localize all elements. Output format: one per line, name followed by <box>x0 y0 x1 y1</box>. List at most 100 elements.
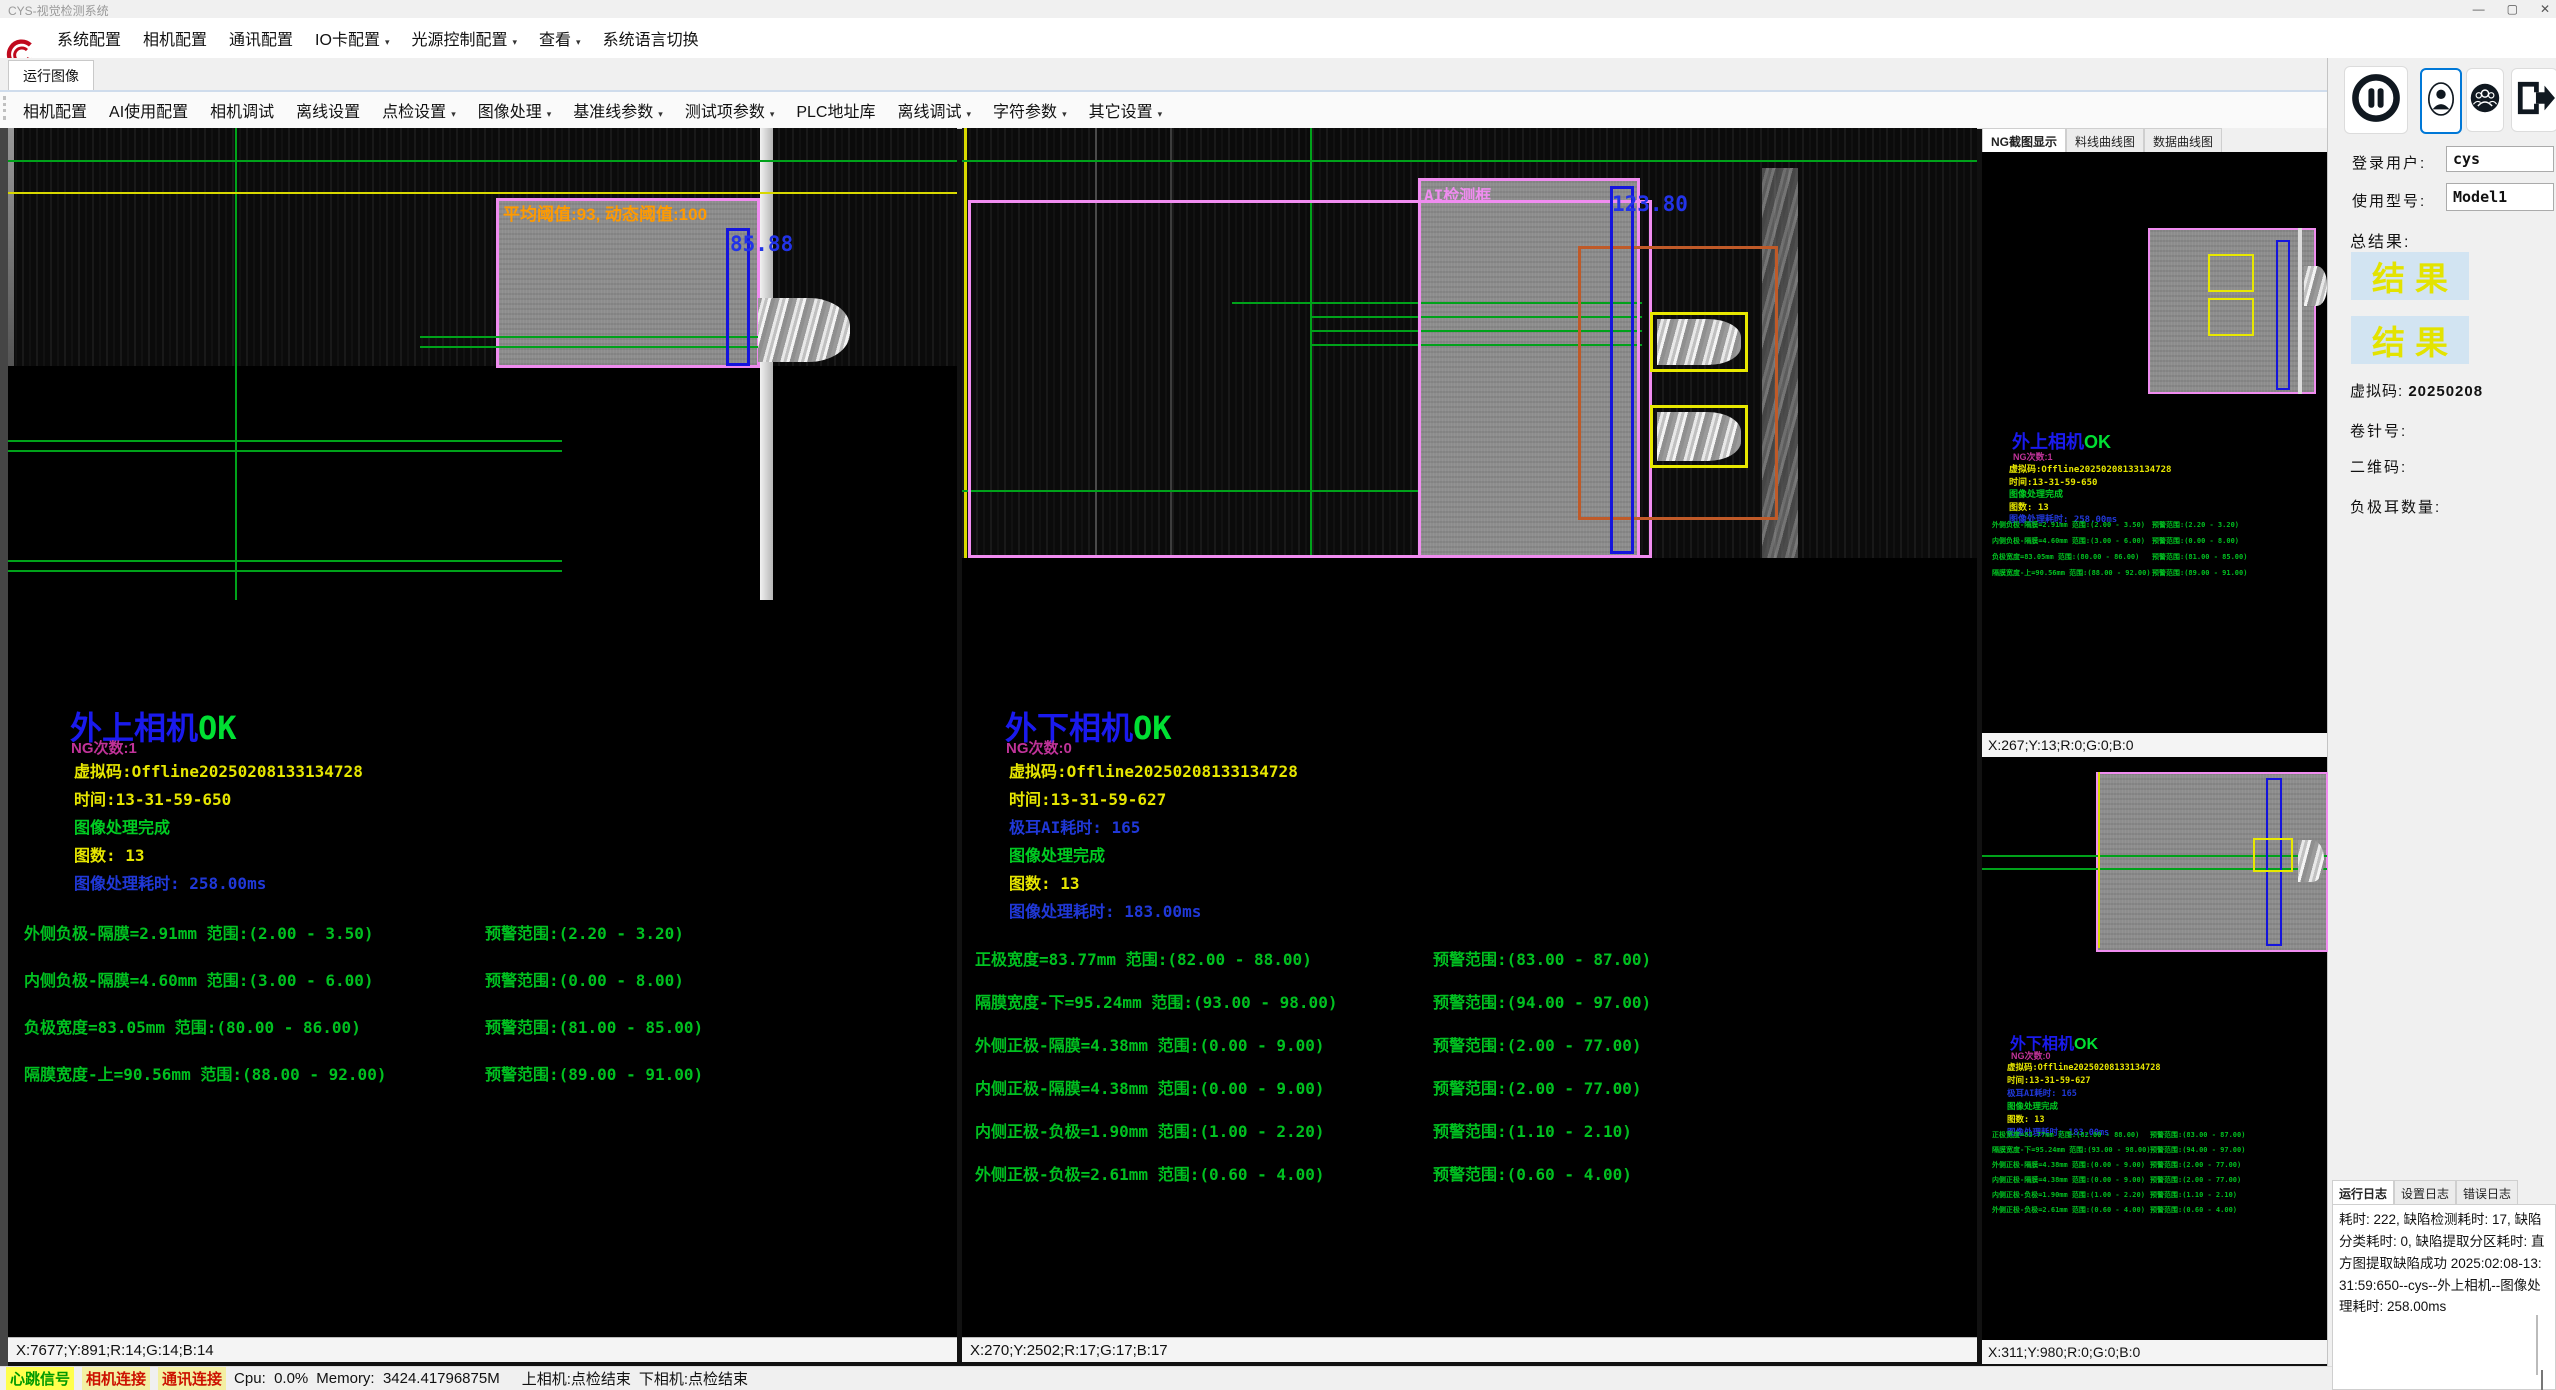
baseline-vertical-yellow <box>964 128 967 558</box>
left-gutter <box>0 128 8 1366</box>
mini-roi-yellow <box>2253 838 2293 872</box>
overlay-info-line: 图数: 13 <box>2007 1113 2044 1125</box>
overlay-info-line: 图像处理耗时: 183.00ms <box>1009 898 1201 922</box>
menu-bar: 系统配置相机配置通讯配置IO卡配置▾光源控制配置▾查看▾系统语言切换 <box>0 18 2556 59</box>
tab-run-log[interactable]: 运行日志 <box>2332 1180 2394 1205</box>
toolbar-item-0[interactable]: 相机配置 <box>12 98 98 122</box>
measurement-text: 外侧正极-隔膜=4.38mm 范围:(0.00 - 9.00) <box>1992 1161 2145 1169</box>
user-icon <box>2426 78 2456 125</box>
measurement-row: 外侧正极-隔膜=4.38mm 范围:(0.00 - 9.00)预警范围:(2.0… <box>1992 1160 2145 1170</box>
users-group-button[interactable] <box>2466 68 2504 132</box>
tab-error-log[interactable]: 错误日志 <box>2456 1180 2518 1205</box>
title-bar: CYS-视觉检测系统 — ▢ ✕ <box>0 0 2556 18</box>
warning-range-text: 预警范围:(83.00 - 87.00) <box>1433 946 1651 970</box>
tab-line-curve[interactable]: 料线曲线图 <box>2066 128 2144 152</box>
overlay-info-line: 极耳AI耗时: 165 <box>2007 1087 2077 1099</box>
dropdown-caret-icon: ▾ <box>770 109 775 119</box>
menu-item-0[interactable]: 系统配置 <box>46 26 132 50</box>
warning-range-text: 预警范围:(1.10 - 2.10) <box>1433 1118 1632 1142</box>
overlay-info-line: 图像处理耗时: 258.00ms <box>74 870 266 894</box>
toolbar-grip[interactable] <box>3 96 9 120</box>
close-icon[interactable]: ✕ <box>2540 0 2550 18</box>
mini-coordinate-bar: X:267;Y:13;R:0;G:0;B:0 <box>1982 733 2327 757</box>
menu-item-2[interactable]: 通讯配置 <box>218 26 304 50</box>
warning-range-text: 预警范围:(2.00 - 77.00) <box>1433 1032 1642 1056</box>
user-button[interactable] <box>2420 68 2462 134</box>
metal-tab-image <box>758 298 850 362</box>
overlay-info-line: 极耳AI耗时: 165 <box>1009 814 1140 838</box>
toolbar-item-9[interactable]: 离线调试▾ <box>887 98 983 122</box>
measurement-text: 隔膜宽度-下=95.24mm 范围:(93.00 - 98.00) <box>1992 1146 2151 1154</box>
measurement-text: 正极宽度=83.77mm 范围:(82.00 - 88.00) <box>975 950 1312 969</box>
toolbar-item-6[interactable]: 基准线参数▾ <box>562 98 674 122</box>
ng-count-text: NG次数:1 <box>71 737 137 758</box>
overlay-info-line: 时间:13-31-59-627 <box>1009 786 1166 810</box>
toolbar-item-7[interactable]: 测试项参数▾ <box>674 98 786 122</box>
exit-button[interactable] <box>2511 68 2556 132</box>
lower-camera-view[interactable]: AI检测框 123.80 外下相机OK NG次数:0 虚拟码:Offline20… <box>962 128 1977 1362</box>
menu-item-6[interactable]: 系统语言切换 <box>592 26 710 50</box>
toolbar-item-3[interactable]: 离线设置 <box>285 98 371 122</box>
model-field[interactable]: Model1 <box>2446 183 2554 211</box>
neg-tab-count-label: 负极耳数量: <box>2350 496 2441 517</box>
measurement-row: 外侧负极-隔膜=2.91mm 范围:(2.00 - 3.50)预警范围:(2.2… <box>24 920 374 944</box>
window-controls: — ▢ ✕ <box>2473 0 2550 18</box>
roi-value-text: 85.88 <box>730 232 793 256</box>
upper-camera-view[interactable]: 平均阈值:93, 动态阈值:100 85.88 外上相机OK NG次数:1 虚拟… <box>8 128 957 1362</box>
measurement-text: 外侧负极-隔膜=2.91mm 范围:(2.00 - 3.50) <box>1992 521 2145 529</box>
measurement-row: 外侧正极-负极=2.61mm 范围:(0.60 - 4.00)预警范围:(0.6… <box>1992 1205 2145 1215</box>
camera-link-badge: 相机连接 <box>82 1367 150 1390</box>
mini-metal-tab <box>2304 266 2327 306</box>
ng-count-text: NG次数:0 <box>1006 737 1072 758</box>
login-user-field[interactable]: cys <box>2446 146 2554 172</box>
measure-line-green <box>420 346 772 348</box>
overlay-info-line: 图像处理完成 <box>74 814 170 838</box>
measurement-row: 内侧正极-负极=1.90mm 范围:(1.00 - 2.20)预警范围:(1.1… <box>1992 1190 2145 1200</box>
menu-item-4[interactable]: 光源控制配置▾ <box>400 26 528 50</box>
measurement-text: 外侧负极-隔膜=2.91mm 范围:(2.00 - 3.50) <box>24 924 374 943</box>
measurement-text: 隔膜宽度-下=95.24mm 范围:(93.00 - 98.00) <box>975 993 1337 1012</box>
measure-line-green <box>8 440 562 442</box>
baseline-horizontal-green <box>962 160 1977 162</box>
mini-coordinate-bar: X:311;Y:980;R:0;G:0;B:0 <box>1982 1340 2327 1364</box>
tab-data-curve[interactable]: 数据曲线图 <box>2144 128 2222 152</box>
measurement-row: 负极宽度=83.05mm 范围:(80.00 - 86.00)预警范围:(81.… <box>24 1014 361 1038</box>
log-scrollbar[interactable] <box>2536 1315 2538 1375</box>
toolbar-item-1[interactable]: AI使用配置 <box>98 98 199 122</box>
exit-icon <box>2514 79 2556 122</box>
measurement-text: 内侧正极-隔膜=4.38mm 范围:(0.00 - 9.00) <box>975 1079 1325 1098</box>
tab-ng-display[interactable]: NG截图显示 <box>1982 128 2066 152</box>
overlay-info-line: 虚拟码:Offline20250208133134728 <box>2007 1061 2160 1073</box>
menu-item-5[interactable]: 查看▾ <box>528 26 592 50</box>
toolbar-item-10[interactable]: 字符参数▾ <box>982 98 1078 122</box>
pause-button[interactable] <box>2344 66 2408 134</box>
model-label: 使用型号: <box>2352 190 2426 211</box>
toolbar-item-5[interactable]: 图像处理▾ <box>467 98 563 122</box>
log-text-area[interactable]: 耗时: 222, 缺陷检测耗时: 17, 缺陷分类耗时: 0, 缺陷提取分区耗时… <box>2332 1204 2556 1390</box>
toolbar-item-4[interactable]: 点检设置▾ <box>371 98 467 122</box>
tab-settings-log[interactable]: 设置日志 <box>2394 1180 2456 1205</box>
overlay-info-line: 时间:13-31-59-627 <box>2007 1074 2091 1086</box>
minimize-icon[interactable]: — <box>2473 0 2485 18</box>
warning-range-text: 预警范围:(94.00 - 97.00) <box>1433 989 1651 1013</box>
dropdown-caret-icon: ▾ <box>385 37 390 47</box>
ai-box-label: AI检测框 <box>1424 182 1491 206</box>
image-edge-highlight <box>8 128 14 366</box>
measurement-text: 外侧正极-隔膜=4.38mm 范围:(0.00 - 9.00) <box>975 1036 1325 1055</box>
toolbar-item-8[interactable]: PLC地址库 <box>785 98 886 122</box>
warning-range-text: 预警范围:(0.60 - 4.00) <box>2150 1205 2237 1215</box>
measurement-row: 隔膜宽度-下=95.24mm 范围:(93.00 - 98.00)预警范围:(9… <box>1992 1145 2151 1155</box>
tab-run-image[interactable]: 运行图像 <box>8 60 94 91</box>
ng-display-panel: NG截图显示 料线曲线图 数据曲线图 外上相机OK NG次数:1 虚拟码:Off… <box>1982 128 2327 1364</box>
maximize-icon[interactable]: ▢ <box>2507 0 2518 18</box>
overlay-info-line: 虚拟码:Offline20250208133134728 <box>1009 758 1298 782</box>
toolbar-item-11[interactable]: 其它设置▾ <box>1078 98 1174 122</box>
overlay-info-line: 图数: 13 <box>1009 870 1080 894</box>
menu-item-3[interactable]: IO卡配置▾ <box>304 26 400 50</box>
toolbar-item-2[interactable]: 相机调试 <box>199 98 285 122</box>
menu-item-1[interactable]: 相机配置 <box>132 26 218 50</box>
mini-metal-tab <box>2298 840 2324 882</box>
threshold-overlay-text: 平均阈值:93, 动态阈值:100 <box>503 200 707 225</box>
warning-range-text: 预警范围:(83.00 - 87.00) <box>2150 1130 2245 1140</box>
roi-box-orange <box>1578 246 1778 520</box>
